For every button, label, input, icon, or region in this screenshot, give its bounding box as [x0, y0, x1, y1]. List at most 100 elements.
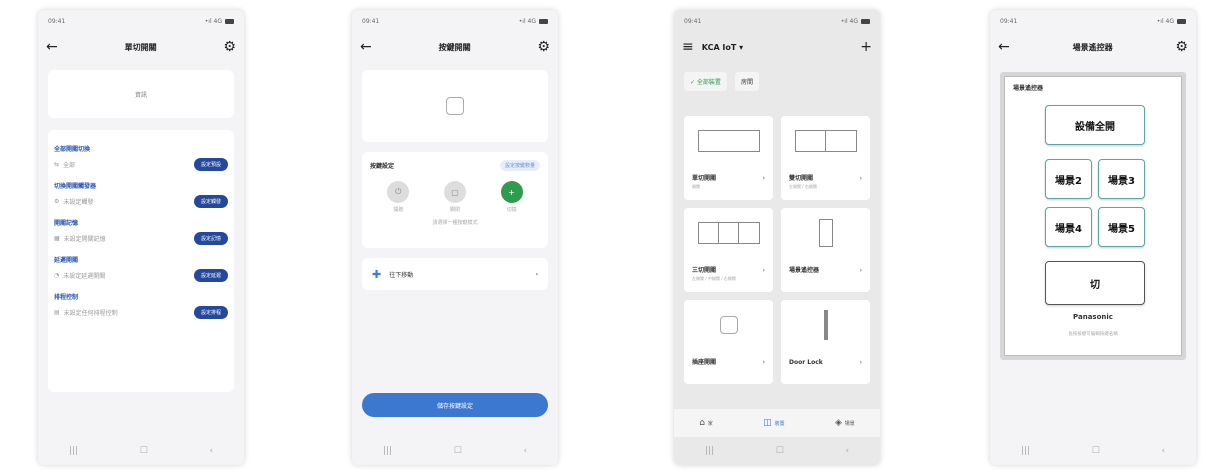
status-bar: 09:41 •ıl 4G [674, 10, 880, 32]
button-control-card: 按鍵設定 設定按鍵數量 ⏻ 開啟 ▢ 關閉 + 切換 請選擇一種按鍵模式 [362, 152, 548, 248]
chevron-right-icon: › [535, 270, 538, 278]
settings-section: 排程控制 ▤ 未設定任何排程控制 設定排程 [54, 292, 228, 323]
page-title: 按鍵開關 [438, 42, 471, 52]
menu-icon[interactable]: ≡ [682, 40, 694, 54]
device-card[interactable]: 插座開關 › [684, 300, 773, 384]
outlet-icon [446, 97, 464, 115]
save-button[interactable]: 儲存按鍵設定 [362, 393, 548, 417]
panel-note: 長按按鍵可編輯按鍵名稱 [1068, 332, 1118, 337]
nav-home-button[interactable]: ☐ [140, 446, 148, 456]
section-label: 未設定延遲開關 [63, 272, 106, 280]
nav-back-button[interactable]: ‹ [1162, 446, 1166, 456]
device-card[interactable]: Door Lock › [781, 300, 870, 384]
nav-back-button[interactable]: ‹ [846, 446, 850, 456]
chip-all-devices[interactable]: ✓ 全部裝置 [684, 72, 727, 91]
tab-label: 裝置 [774, 421, 785, 427]
settings-list: 全部開關切換 ⇆ 全部 設定預設 切換開關觸發器 ⚙ 未設定觸發 設定觸發 開關記憶 ▦… [48, 130, 234, 392]
device-sub: 左開關 / 右開關 [789, 184, 817, 189]
status-time: 09:41 [48, 17, 66, 25]
move-down-row[interactable]: ✚ 往下移動 › [362, 258, 548, 290]
home-selector[interactable]: KCA IoT ▾ [702, 43, 743, 52]
signal-icon: •ıl 4G [518, 17, 536, 25]
device-card[interactable]: 三切開關 左開關 / 中開關 / 右開關 › [684, 208, 773, 292]
chevron-right-icon: › [762, 267, 765, 274]
control-title: 按鍵設定 [370, 163, 395, 170]
nav-home-button[interactable]: ☐ [1092, 446, 1100, 456]
scene-3-button[interactable]: 場景3 [1098, 159, 1145, 199]
section-title: 開關記憶 [54, 220, 79, 227]
calendar-icon: ▦ [54, 234, 60, 242]
chevron-right-icon: › [859, 175, 862, 182]
nav-recents-button[interactable]: ||| [1021, 446, 1030, 456]
system-nav-bar: ||| ☐ ‹ [674, 437, 880, 465]
off-button[interactable]: 切 [1045, 261, 1145, 305]
chip-rooms[interactable]: 房間 [734, 72, 759, 91]
schedule-icon: ▤ [54, 308, 60, 316]
mode-toggle[interactable]: + 切換 [500, 181, 523, 213]
scene-all-on-button[interactable]: 設備全開 [1045, 105, 1145, 145]
device-name: 三切開關 [692, 267, 717, 274]
gear-icon[interactable]: ⚙ [537, 40, 550, 54]
device-card[interactable]: 雙切開關 左開關 / 右開關 › [781, 116, 870, 200]
system-nav-bar: ||| ☐ ‹ [352, 437, 558, 465]
device-card[interactable]: 場景遙控器 › [781, 208, 870, 292]
tab-label: 場景 [844, 421, 855, 427]
signal-icon: •ıl 4G [840, 17, 858, 25]
gear-icon[interactable]: ⚙ [1175, 40, 1188, 54]
section-button[interactable]: 設定預設 [193, 157, 228, 171]
add-icon[interactable]: + [860, 40, 872, 54]
chevron-right-icon: › [762, 175, 765, 182]
mode-hint: 請選擇一種按鍵模式 [432, 220, 478, 226]
nav-recents-button[interactable]: ||| [69, 446, 78, 456]
devices-icon: ◫ [763, 418, 772, 428]
filter-chips: ✓ 全部裝置 房間 [674, 62, 880, 110]
section-title: 排程控制 [54, 294, 79, 301]
section-button[interactable]: 設定記憶 [193, 231, 228, 245]
nav-back-button[interactable]: ‹ [210, 446, 214, 456]
plus-icon: + [500, 181, 523, 203]
section-button[interactable]: 設定觸發 [193, 194, 228, 208]
nav-home-tab[interactable]: ⌂ 家 [699, 418, 713, 428]
device-preview [362, 70, 548, 142]
app-bar: ← 場景遙控器 ⚙ [990, 32, 1196, 62]
scene-5-button[interactable]: 場景5 [1098, 207, 1145, 247]
back-arrow-icon[interactable]: ← [46, 40, 58, 54]
nav-home-button[interactable]: ☐ [454, 446, 462, 456]
gear-small-icon: ⚙ [54, 197, 60, 205]
settings-section: 延遲開關 ◔ 未設定延遲開關 設定延遲 [54, 255, 228, 286]
mode-label: 切換 [506, 207, 517, 213]
scene-2-button[interactable]: 場景2 [1045, 159, 1092, 199]
phone-single-switch: 09:41 •ıl 4G ← 單切開關 ⚙ 資訊 全部開關切換 ⇆ 全部 設定預設 … [38, 10, 244, 465]
gear-icon[interactable]: ⚙ [223, 40, 236, 54]
device-name: 場景遙控器 [789, 267, 820, 274]
nav-devices-tab[interactable]: ◫ 裝置 [763, 418, 784, 428]
status-time: 09:41 [684, 17, 702, 25]
nav-home-button[interactable]: ☐ [776, 446, 784, 456]
toggle-icon: ⇆ [54, 160, 60, 168]
nav-recents-button[interactable]: ||| [705, 446, 714, 456]
section-button[interactable]: 設定延遲 [193, 268, 228, 282]
nav-recents-button[interactable]: ||| [383, 446, 392, 456]
control-badge[interactable]: 設定按鍵數量 [499, 160, 540, 171]
tab-label: 家 [707, 421, 713, 427]
status-bar: 09:41 •ıl 4G [352, 10, 558, 32]
device-name: 單切開關 [692, 175, 717, 182]
nav-scenes-tab[interactable]: ◈ 場景 [835, 418, 855, 428]
scene-4-button[interactable]: 場景4 [1045, 207, 1092, 247]
mode-label: 關閉 [449, 207, 460, 213]
back-arrow-icon[interactable]: ← [998, 40, 1010, 54]
back-arrow-icon[interactable]: ← [360, 40, 372, 54]
device-sub: 開關 [692, 184, 700, 189]
section-button[interactable]: 設定排程 [193, 305, 228, 319]
mode-off[interactable]: ▢ 關閉 [443, 181, 466, 213]
app-bar: ← 按鍵開關 ⚙ [352, 32, 558, 62]
nav-back-button[interactable]: ‹ [524, 446, 528, 456]
battery-icon [861, 18, 870, 24]
device-name: Door Lock [789, 359, 823, 366]
device-card[interactable]: 單切開關 開關 › [684, 116, 773, 200]
phone-device-list: 09:41 •ıl 4G ≡ KCA IoT ▾ + ✓ 全部裝置 房間 單切開關… [674, 10, 880, 465]
mode-on[interactable]: ⏻ 開啟 [387, 181, 410, 213]
phone-button-switch: 09:41 •ıl 4G ← 按鍵開關 ⚙ 按鍵設定 設定按鍵數量 ⏻ 開啟 ▢ 關… [352, 10, 558, 465]
clock-icon: ◔ [54, 271, 60, 279]
page-title: 單切開關 [124, 42, 157, 52]
